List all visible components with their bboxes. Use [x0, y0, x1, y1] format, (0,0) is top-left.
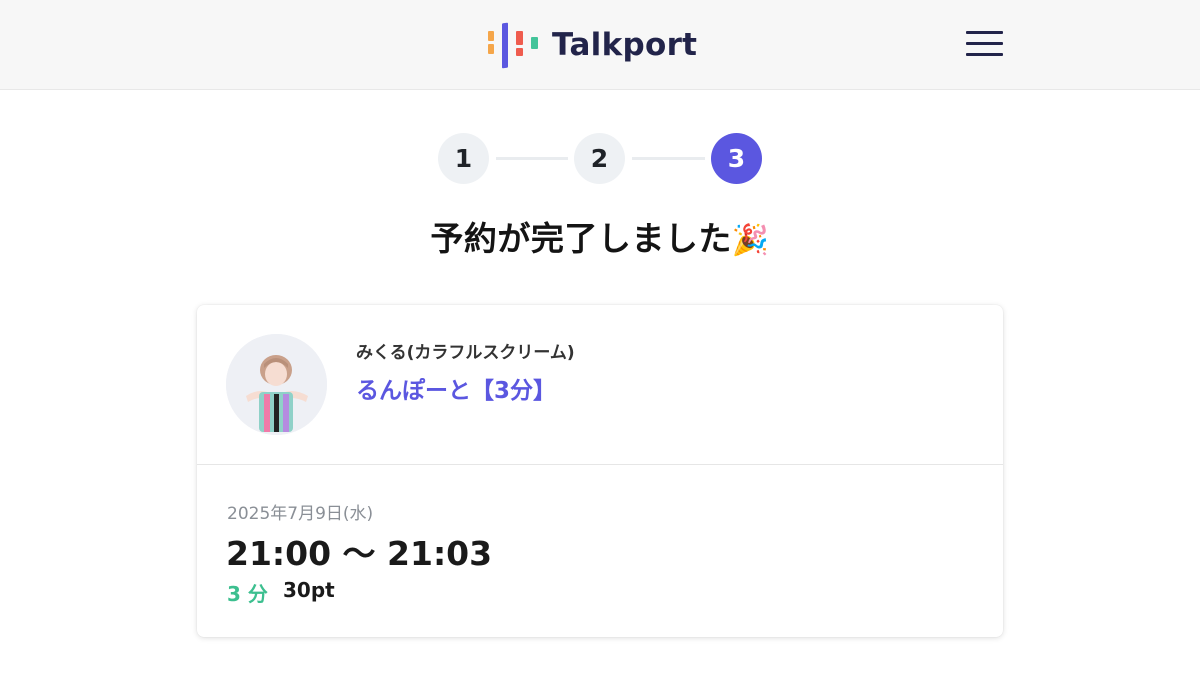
step-1: 1 — [438, 133, 489, 184]
artist-name: みくる(カラフルスクリーム) — [356, 343, 575, 363]
brand-logo[interactable]: Talkport — [486, 22, 698, 69]
product-title[interactable]: るんぽーと【3分】 — [356, 371, 556, 405]
avatar — [226, 334, 327, 435]
site-header: Talkport — [0, 0, 1200, 90]
reservation-date: 2025年7月9日(水) — [227, 504, 374, 524]
reservation-card: みくる(カラフルスクリーム) るんぽーと【3分】 2025年7月9日(水) 21… — [197, 305, 1003, 637]
brand-name: Talkport — [552, 27, 698, 63]
step-connector — [632, 157, 705, 160]
reservation-time-range: 21:00 〜 21:03 — [226, 534, 493, 573]
duration-label: 3 分 — [227, 582, 268, 606]
page-title: 予約が完了しました🎉 — [0, 212, 1200, 260]
divider — [197, 464, 1003, 465]
points-label: 30pt — [283, 578, 335, 602]
party-popper-icon: 🎉 — [731, 223, 770, 258]
step-2: 2 — [574, 133, 625, 184]
talkport-logo-icon — [486, 22, 542, 69]
hamburger-menu-icon[interactable] — [966, 31, 1004, 59]
step-3-active: 3 — [711, 133, 762, 184]
title-text: 予約が完了しました — [430, 219, 732, 258]
step-connector — [496, 157, 568, 160]
